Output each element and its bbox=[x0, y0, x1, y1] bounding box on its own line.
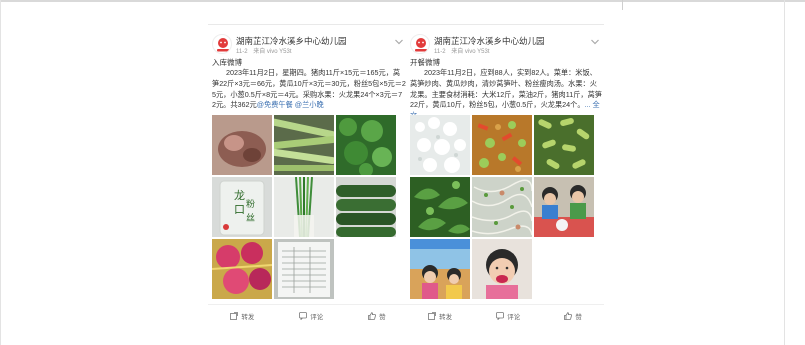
photo-grid: 龙口粉丝 bbox=[212, 115, 396, 299]
like-icon bbox=[368, 312, 377, 320]
repost-label: 转发 bbox=[439, 314, 453, 321]
photo-scallions[interactable] bbox=[274, 177, 334, 237]
comment-label: 评论 bbox=[310, 314, 324, 321]
chevron-down-icon[interactable] bbox=[394, 38, 404, 46]
photo-classroom-kids[interactable] bbox=[410, 239, 470, 299]
repost-label: 转发 bbox=[241, 314, 255, 321]
photo-receipt[interactable] bbox=[274, 239, 334, 299]
photo-longkou-vermicelli[interactable]: 龙口粉丝 bbox=[212, 177, 272, 237]
svg-text:丝: 丝 bbox=[246, 212, 255, 224]
window-right-border bbox=[784, 0, 785, 345]
post-title: 开餐微博 bbox=[410, 58, 440, 67]
comment-label: 评论 bbox=[507, 314, 521, 321]
photo-lettuce-stems[interactable] bbox=[274, 115, 334, 175]
svg-text:龙: 龙 bbox=[234, 189, 245, 202]
photo-stir-fry-pork[interactable] bbox=[472, 115, 532, 175]
post-title: 入库微博 bbox=[212, 58, 242, 67]
avatar-logo-icon[interactable] bbox=[212, 34, 232, 54]
photo-children-eating[interactable] bbox=[534, 177, 594, 237]
svg-text:粉: 粉 bbox=[246, 198, 255, 210]
post-body: 2023年11月2日，应到88人，实到82人。菜单：米饭、莴笋炒肉、黄瓜炒肉，清… bbox=[410, 68, 602, 122]
repost-icon bbox=[428, 312, 436, 320]
comment-button[interactable]: 评论 bbox=[496, 311, 520, 321]
mention-lan-xiaowan[interactable]: @兰小晚 bbox=[295, 100, 324, 109]
repost-button[interactable]: 转发 bbox=[428, 311, 452, 321]
photo-vermicelli-soup[interactable] bbox=[472, 177, 532, 237]
like-icon bbox=[564, 312, 573, 320]
actions-divider bbox=[406, 304, 604, 305]
photo-child-eating-fruit[interactable] bbox=[472, 239, 532, 299]
comment-icon bbox=[496, 312, 505, 320]
post-text: 2023年11月2日，应到88人，实到82人。菜单：米饭、莴笋炒肉、黄瓜炒肉，清… bbox=[410, 68, 602, 110]
window-divider bbox=[622, 0, 623, 10]
photo-cucumbers[interactable] bbox=[336, 177, 396, 237]
post-device: 来自 vivo Y53t bbox=[451, 49, 490, 55]
post-header: 湖南芷江冷水溪乡中心幼儿园 11-2 来自 vivo Y53t bbox=[410, 34, 604, 56]
post-device: 来自 vivo Y53t bbox=[253, 49, 292, 55]
post-meta: 11-2 来自 vivo Y53t bbox=[434, 46, 494, 55]
post-header: 湖南芷江冷水溪乡中心幼儿园 11-2 来自 vivo Y53t bbox=[212, 34, 408, 56]
window-top-border bbox=[0, 0, 805, 2]
post-body: 2023年11月2日，星期四。猪肉11斤×15元＝165元，莴笋22斤×3元＝6… bbox=[212, 68, 406, 111]
post-meta: 11-2 来自 vivo Y53t bbox=[236, 46, 296, 55]
post-date: 11-2 bbox=[434, 49, 446, 55]
photo-cucumber-dish[interactable] bbox=[534, 115, 594, 175]
photo-dragon-fruit[interactable] bbox=[212, 239, 272, 299]
avatar-logo-icon[interactable] bbox=[410, 34, 430, 54]
comment-button[interactable]: 评论 bbox=[299, 311, 323, 321]
card-top-divider bbox=[406, 24, 604, 25]
photo-lettuce-leaf-dish[interactable] bbox=[410, 177, 470, 237]
like-label: 赞 bbox=[575, 314, 582, 321]
photo-pork[interactable] bbox=[212, 115, 272, 175]
card-top-divider bbox=[208, 24, 408, 25]
like-button[interactable]: 赞 bbox=[368, 311, 386, 321]
photo-grid bbox=[410, 115, 594, 299]
actions-divider bbox=[208, 304, 408, 305]
photo-rice[interactable] bbox=[410, 115, 470, 175]
repost-button[interactable]: 转发 bbox=[230, 311, 254, 321]
svg-text:口: 口 bbox=[234, 203, 245, 216]
chevron-down-icon[interactable] bbox=[590, 38, 600, 46]
weibo-post-card-meal: 湖南芷江冷水溪乡中心幼儿园 11-2 来自 vivo Y53t 开餐微博 202… bbox=[406, 24, 604, 332]
photo-lettuce-leaves[interactable] bbox=[336, 115, 396, 175]
post-actions: 转发 评论 赞 bbox=[208, 309, 408, 323]
mention-free-lunch[interactable]: @免费午餐 bbox=[257, 100, 293, 109]
repost-icon bbox=[230, 312, 239, 320]
window-left-border bbox=[0, 0, 1, 345]
like-button[interactable]: 赞 bbox=[564, 311, 582, 321]
like-label: 赞 bbox=[379, 314, 386, 321]
weibo-post-card-inventory: 湖南芷江冷水溪乡中心幼儿园 11-2 来自 vivo Y53t 入库微博 202… bbox=[208, 24, 408, 332]
post-date: 11-2 bbox=[236, 49, 248, 55]
post-actions: 转发 评论 赞 bbox=[406, 309, 604, 323]
comment-icon bbox=[299, 312, 308, 320]
